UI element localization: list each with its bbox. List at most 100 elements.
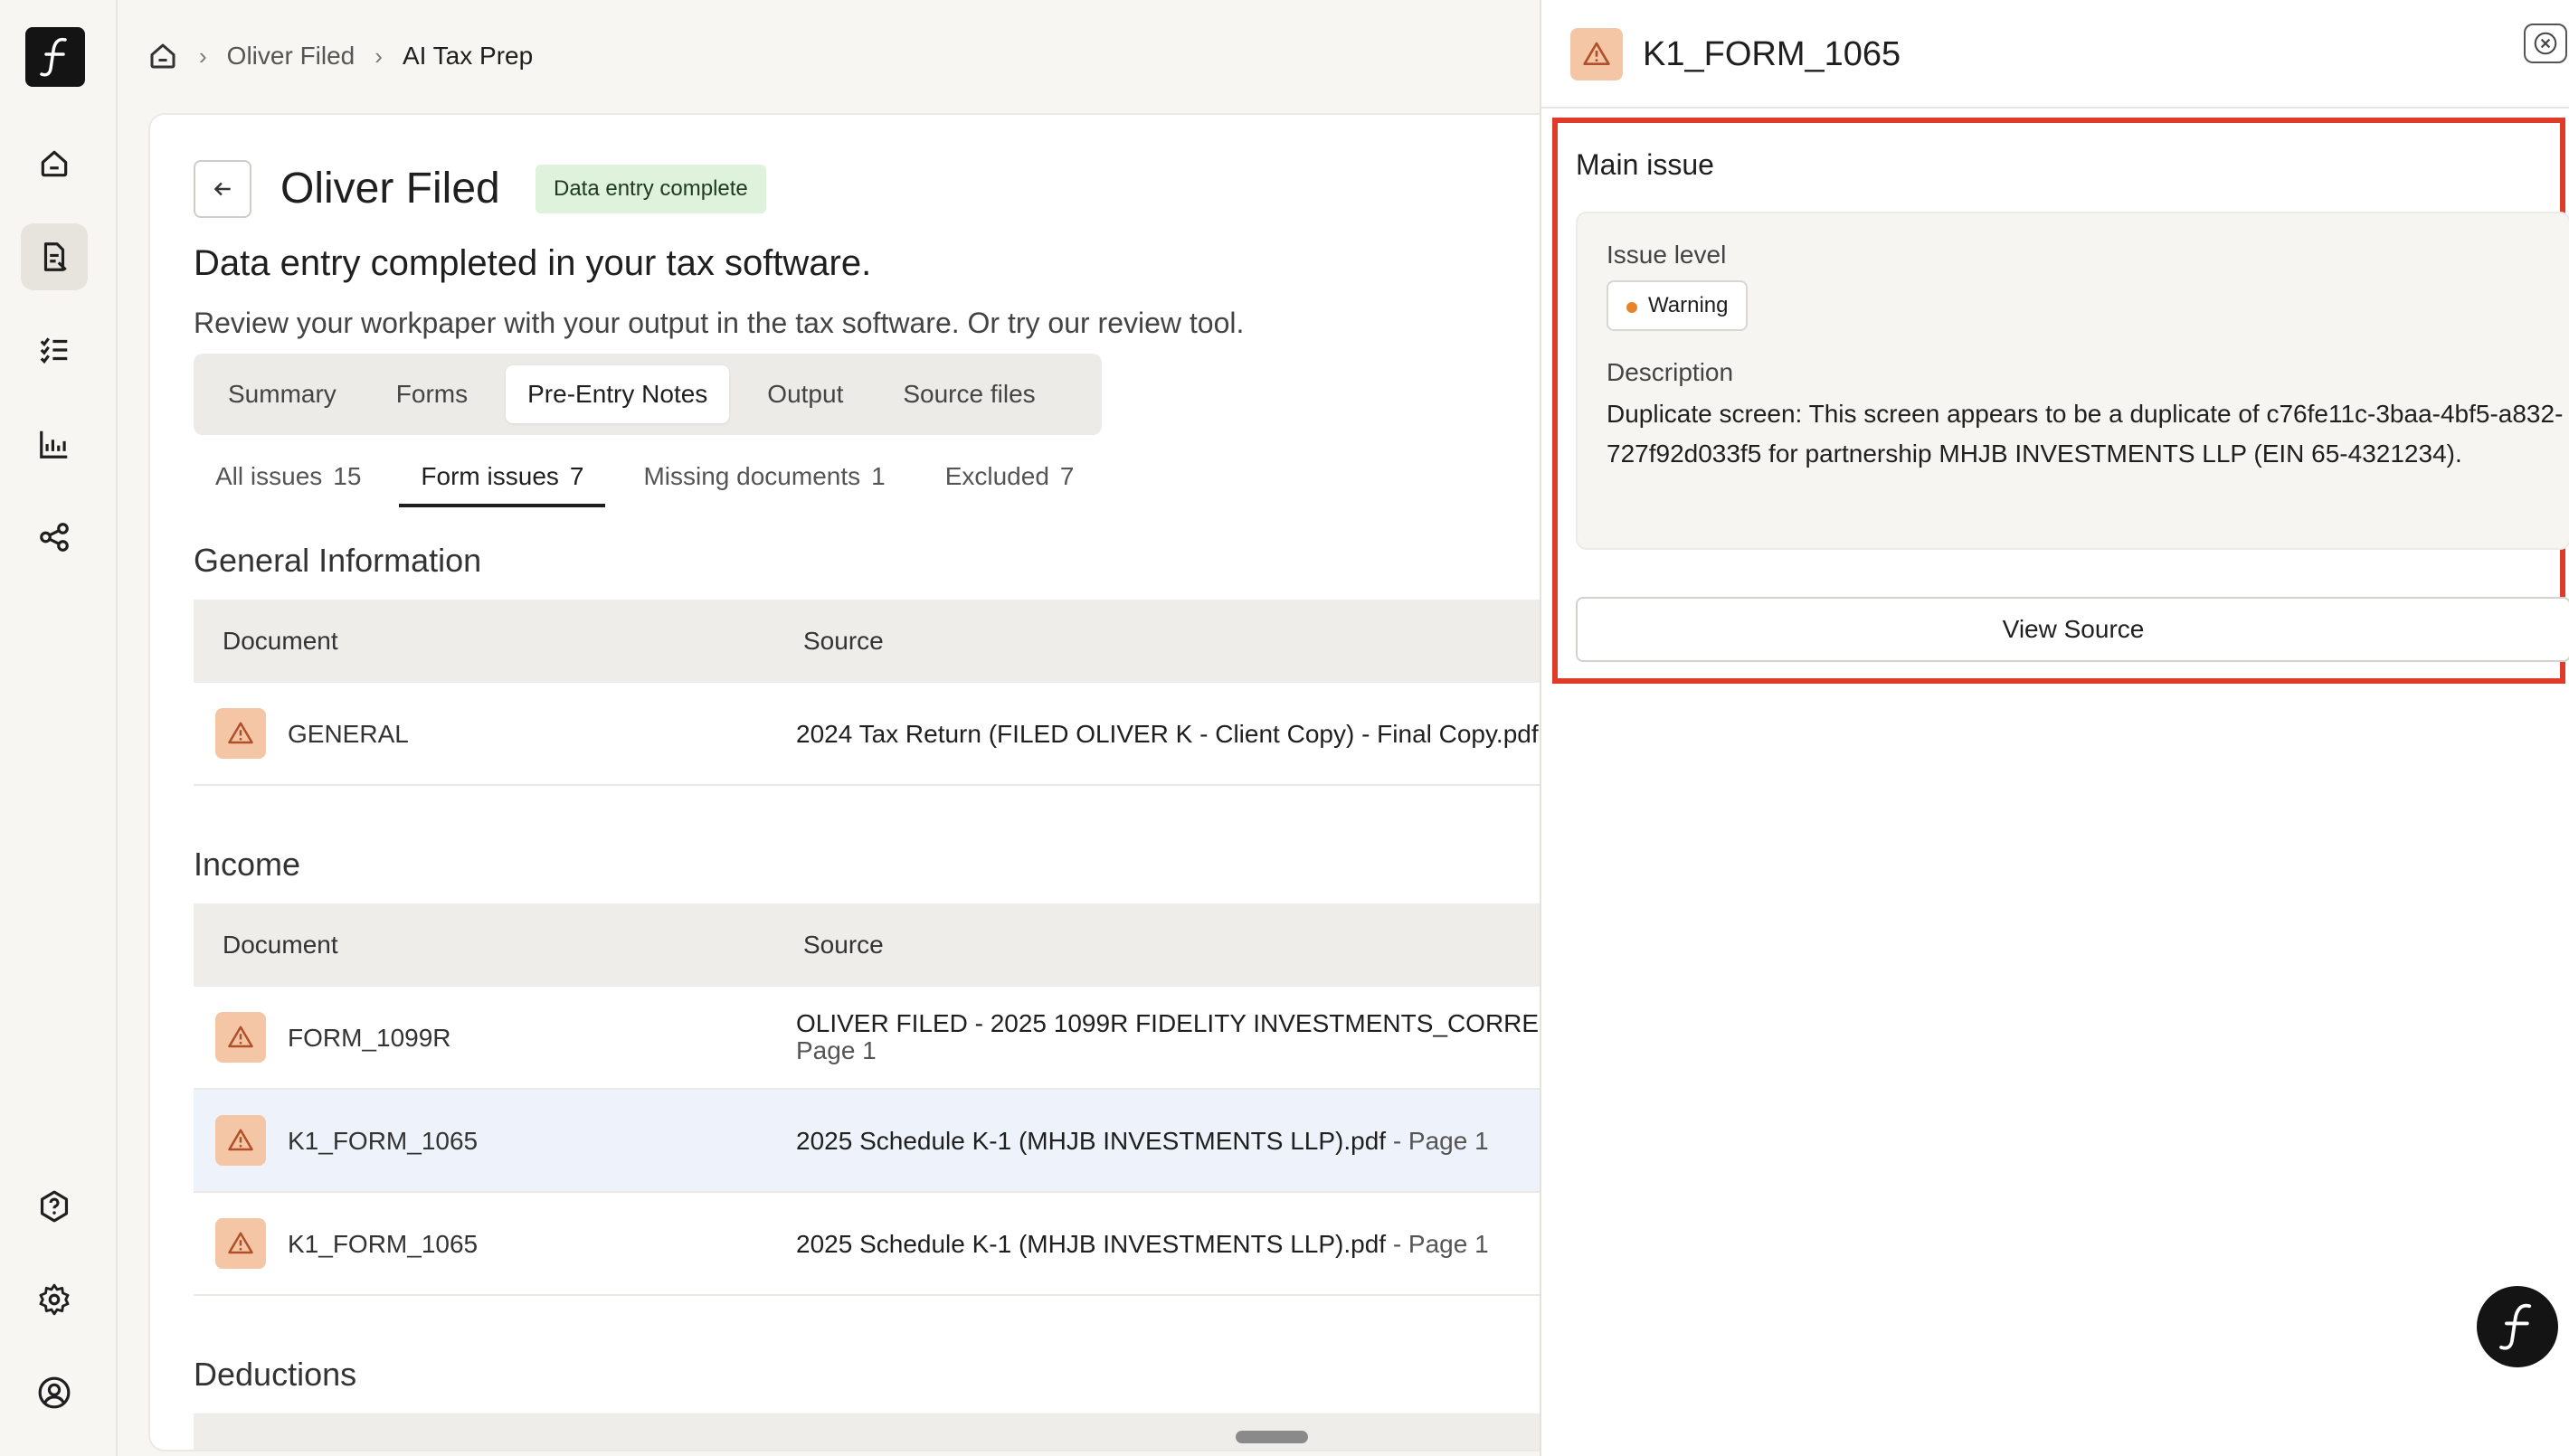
row-source-page: - Page 1 xyxy=(1386,1230,1489,1258)
subtab-all-issues[interactable]: All issues 15 xyxy=(194,451,383,507)
issue-level-label: Issue level xyxy=(1607,241,1727,269)
main-issue-section: Main issue Issue level Warning Descripti… xyxy=(1552,118,2569,684)
tab-summary[interactable]: Summary xyxy=(206,365,358,423)
issue-card: Issue level Warning Description Duplicat… xyxy=(1576,212,2569,550)
analytics-icon xyxy=(40,430,68,459)
row-source-page: Page 1 xyxy=(796,1036,877,1064)
chevron-right-icon: › xyxy=(374,42,383,70)
panel-header: K1_FORM_1065 xyxy=(1541,0,2569,109)
main-card: Oliver Filed Data entry complete Data en… xyxy=(148,113,1559,1451)
column-header-document: Document xyxy=(223,931,338,959)
section-title-income: Income xyxy=(194,846,301,883)
subtab-label: Missing documents xyxy=(643,462,861,490)
breadcrumb-current: AI Tax Prep xyxy=(402,42,534,70)
home-icon[interactable] xyxy=(147,40,179,72)
row-source-file: 2025 Schedule K-1 (MHJB INVESTMENTS LLP)… xyxy=(796,1230,1387,1258)
row-document: K1_FORM_1065 xyxy=(288,1230,479,1258)
row-document: GENERAL xyxy=(288,720,409,748)
table-row-selected[interactable]: K1_FORM_1065 2025 Schedule K-1 (MHJB INV… xyxy=(194,1090,1558,1193)
section-title-general: General Information xyxy=(194,542,482,579)
arrow-left-icon xyxy=(213,182,231,196)
subtab-excluded[interactable]: Excluded 7 xyxy=(924,451,1096,507)
headline: Data entry completed in your tax softwar… xyxy=(194,243,872,283)
subtab-label: All issues xyxy=(215,462,323,490)
tab-source-files[interactable]: Source files xyxy=(881,365,1057,423)
row-source-file: OLIVER FILED - 2025 1099R FIDELITY INVES… xyxy=(796,1009,1559,1037)
subtab-count: 1 xyxy=(871,462,886,490)
rail-home-button[interactable] xyxy=(21,130,88,197)
breadcrumb: › Oliver Filed › AI Tax Prep xyxy=(147,36,533,76)
scroll-handle[interactable] xyxy=(1236,1431,1308,1443)
tab-forms[interactable]: Forms xyxy=(374,365,489,423)
column-header-source: Source xyxy=(803,627,884,655)
checklist-icon xyxy=(40,337,68,364)
tab-pre-entry-notes[interactable]: Pre-Entry Notes xyxy=(506,365,730,423)
home-icon xyxy=(41,150,68,177)
subtab-label: Form issues xyxy=(421,462,559,490)
subtab-count: 7 xyxy=(569,462,584,490)
rail-settings-button[interactable] xyxy=(21,1266,88,1333)
row-source-file: 2025 Schedule K-1 (MHJB INVESTMENTS LLP)… xyxy=(796,1127,1387,1155)
column-header-source: Source xyxy=(803,931,884,959)
warning-icon xyxy=(215,708,266,759)
warning-icon xyxy=(1570,28,1623,80)
issue-level-value: Warning xyxy=(1648,293,1729,317)
row-source[interactable]: 2024 Tax Return (FILED OLIVER K - Client… xyxy=(796,683,1539,786)
subtab-missing-documents[interactable]: Missing documents 1 xyxy=(621,451,906,507)
close-button[interactable] xyxy=(2524,24,2567,63)
main-issue-title: Main issue xyxy=(1576,148,1714,181)
issue-subtabs: All issues 15 Form issues 7 Missing docume… xyxy=(194,451,1112,507)
back-button[interactable] xyxy=(194,160,251,218)
close-icon xyxy=(2534,32,2557,55)
assistant-fab-button[interactable] xyxy=(2477,1286,2558,1367)
profile-icon xyxy=(38,1376,71,1409)
tax-prep-icon xyxy=(43,242,67,271)
description-label: Description xyxy=(1607,358,1734,386)
rail-tax-prep-button[interactable] xyxy=(21,223,88,290)
breadcrumb-client[interactable]: Oliver Filed xyxy=(227,42,355,71)
warning-icon xyxy=(215,1218,266,1269)
rail-profile-button[interactable] xyxy=(21,1359,88,1426)
view-source-button[interactable]: View Source xyxy=(1576,597,2569,662)
table-header: Document Source xyxy=(194,600,1558,683)
column-header-document: Document xyxy=(223,627,338,655)
issue-description: Duplicate screen: This screen appears to… xyxy=(1607,400,2564,468)
section-title-deductions: Deductions xyxy=(194,1356,357,1393)
page-title: Oliver Filed xyxy=(280,165,500,213)
table-row[interactable]: FORM_1099R OLIVER FILED - 2025 1099R FID… xyxy=(194,987,1559,1090)
table-row[interactable]: K1_FORM_1065 2025 Schedule K-1 (MHJB INV… xyxy=(194,1193,1558,1296)
tab-output[interactable]: Output xyxy=(745,365,865,423)
status-badge: Data entry complete xyxy=(536,165,766,213)
settings-icon xyxy=(39,1283,70,1316)
row-source-page: - Page 1 xyxy=(1386,1127,1489,1155)
warning-icon xyxy=(215,1012,266,1063)
rail-help-button[interactable] xyxy=(21,1173,88,1240)
rail-checklist-button[interactable] xyxy=(21,317,88,383)
rail-analytics-button[interactable] xyxy=(21,411,88,477)
table-row[interactable]: GENERAL 2024 Tax Return (FILED OLIVER K … xyxy=(194,683,1558,786)
help-icon xyxy=(40,1190,69,1223)
issue-level-badge: Warning xyxy=(1607,280,1749,331)
main-tabs: Summary Forms Pre-Entry Notes Output Sou… xyxy=(194,354,1102,435)
issue-detail-panel: K1_FORM_1065 Main issue Issue level Warn… xyxy=(1540,0,2569,1456)
rail-share-button[interactable] xyxy=(21,504,88,571)
chevron-right-icon: › xyxy=(199,42,207,70)
row-source-file: 2024 Tax Return (FILED OLIVER K - Client… xyxy=(796,720,1539,748)
subline: Review your workpaper with your output i… xyxy=(194,307,1245,339)
warning-icon xyxy=(215,1115,266,1166)
row-source[interactable]: 2025 Schedule K-1 (MHJB INVESTMENTS LLP)… xyxy=(796,1090,1489,1193)
app-logo-icon xyxy=(2499,1303,2532,1350)
subtab-label: Excluded xyxy=(944,462,1049,490)
row-document: FORM_1099R xyxy=(288,1024,451,1052)
subtab-count: 7 xyxy=(1059,462,1075,490)
panel-title: K1_FORM_1065 xyxy=(1643,35,1901,73)
row-source[interactable]: OLIVER FILED - 2025 1099R FIDELITY INVES… xyxy=(796,1009,1559,1064)
subtab-form-issues[interactable]: Form issues 7 xyxy=(399,451,606,507)
row-source[interactable]: 2025 Schedule K-1 (MHJB INVESTMENTS LLP)… xyxy=(796,1193,1489,1296)
share-icon xyxy=(40,523,69,552)
warning-dot-icon xyxy=(1626,302,1637,313)
left-rail xyxy=(0,0,118,1456)
table-header: Document Source xyxy=(194,903,1558,987)
table-header xyxy=(194,1413,1558,1450)
app-logo-icon[interactable] xyxy=(25,27,85,87)
